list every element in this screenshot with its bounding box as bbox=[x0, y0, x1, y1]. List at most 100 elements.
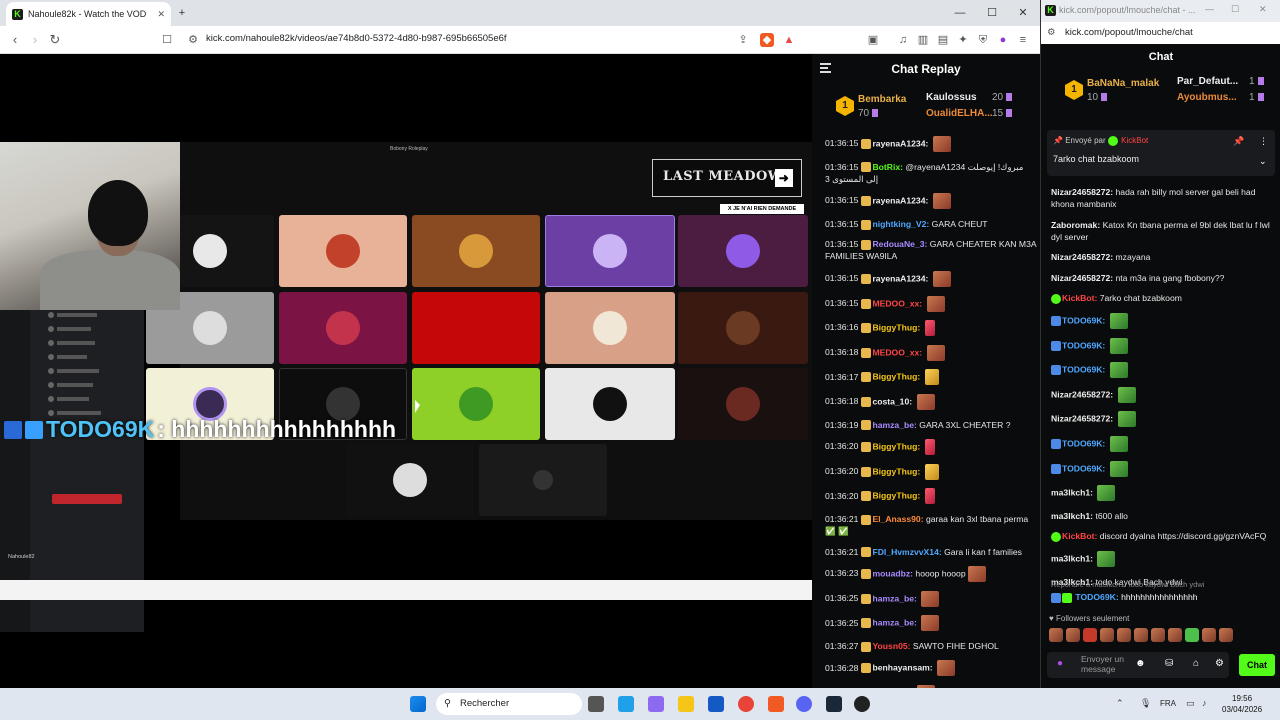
username[interactable]: MEDOO_xx: bbox=[872, 298, 922, 308]
username[interactable]: KickBot: bbox=[1062, 531, 1097, 541]
url-input[interactable]: kick.com/nahoule82k/videos/ae74b8d0-5372… bbox=[206, 33, 507, 44]
ai-icon[interactable]: ✦ bbox=[956, 33, 970, 47]
username[interactable]: Nizar24658272: bbox=[1051, 252, 1113, 262]
brave-shield-icon[interactable]: ◆ bbox=[760, 33, 774, 47]
microphone-icon[interactable]: 🎙 bbox=[1140, 698, 1151, 709]
username[interactable]: RedouaNe_3: bbox=[872, 239, 927, 249]
username[interactable]: Yousn05: bbox=[872, 641, 910, 651]
username[interactable]: BiggyThug: bbox=[872, 466, 920, 476]
username[interactable]: MEDOO_xx: bbox=[872, 347, 922, 357]
profile-icon[interactable]: ● bbox=[996, 33, 1010, 47]
rewards-icon[interactable]: ▲ bbox=[782, 33, 796, 47]
volume-icon[interactable]: ♪ bbox=[1202, 698, 1207, 708]
username[interactable]: benhayansam: bbox=[872, 663, 932, 673]
store-icon[interactable]: ⌂ bbox=[1193, 658, 1199, 669]
close-button[interactable]: ✕ bbox=[1013, 4, 1033, 22]
username[interactable]: TODO69K: bbox=[1062, 364, 1105, 374]
maximize-button[interactable]: ☐ bbox=[982, 4, 1002, 22]
username[interactable]: Zaboromak: bbox=[1051, 220, 1100, 230]
username[interactable]: ma3lkch1: bbox=[1051, 511, 1093, 521]
username[interactable]: hamza_be: bbox=[872, 420, 916, 430]
username[interactable]: ma3lkch1: bbox=[1051, 487, 1093, 497]
file-explorer-icon[interactable] bbox=[678, 696, 694, 712]
taskbar-search[interactable]: ⚲ Rechercher bbox=[436, 693, 582, 715]
leader-name[interactable]: Par_Defaut... bbox=[1177, 76, 1238, 87]
maximize-button[interactable]: ☐ bbox=[1231, 4, 1239, 15]
back-icon[interactable]: ‹ bbox=[6, 31, 24, 49]
menu-icon[interactable]: ≡ bbox=[1016, 33, 1030, 47]
leader-name[interactable]: Kaulossus bbox=[926, 92, 977, 103]
username[interactable]: El_Anass90: bbox=[872, 514, 923, 524]
mic-icon[interactable]: ● bbox=[1057, 658, 1063, 669]
emoji-icon[interactable]: ☻ bbox=[1135, 658, 1146, 669]
site-info-icon[interactable]: ⚙ bbox=[186, 33, 200, 47]
send-chat-button[interactable]: Chat bbox=[1239, 654, 1275, 676]
copilot-icon[interactable] bbox=[648, 696, 664, 712]
wallet-icon[interactable]: ▤ bbox=[936, 33, 950, 47]
vpn-icon[interactable]: ⛨ bbox=[976, 33, 990, 47]
leader-name[interactable]: BaNaNa_malak bbox=[1087, 78, 1159, 89]
username[interactable]: Nizar24658272: bbox=[1051, 414, 1113, 424]
username[interactable]: KickBot: bbox=[1062, 293, 1097, 303]
chrome-icon[interactable] bbox=[738, 696, 754, 712]
username[interactable]: rayenaA1234: bbox=[872, 195, 928, 205]
minimize-button[interactable]: — bbox=[950, 4, 970, 22]
leader-name[interactable]: Ayoubmus... bbox=[1177, 92, 1237, 103]
username[interactable]: nightking_V2: bbox=[872, 219, 929, 229]
chat-input[interactable]: ● Envoyer un message ☻ ⛁ ⌂ ⚙ bbox=[1047, 652, 1229, 678]
username[interactable]: FDI_HvmzvvX14: bbox=[872, 547, 941, 557]
username[interactable]: BiggyThug: bbox=[872, 491, 920, 501]
username[interactable]: BiggyThug: bbox=[872, 372, 920, 382]
username[interactable]: hamza_be: bbox=[872, 593, 916, 603]
pin-icon[interactable]: 📌 bbox=[1233, 136, 1244, 147]
video-player[interactable]: Bobony Roleplay LAST MEADOW ➜ X JE N'AI … bbox=[0, 54, 812, 688]
reload-icon[interactable]: ↻ bbox=[46, 31, 64, 49]
steam-icon[interactable] bbox=[826, 696, 842, 712]
username[interactable]: hamza_be: bbox=[872, 618, 916, 628]
gift-icon[interactable]: ⛁ bbox=[1165, 658, 1173, 669]
new-tab-button[interactable]: + bbox=[172, 4, 192, 22]
username[interactable]: ma3lkch1: bbox=[1051, 553, 1093, 563]
close-button[interactable]: ✕ bbox=[1259, 4, 1267, 15]
tab-close-icon[interactable]: ✕ bbox=[157, 9, 165, 20]
store-icon[interactable] bbox=[708, 696, 724, 712]
leader-name[interactable]: Bembarka bbox=[858, 94, 906, 105]
username[interactable]: BiggyThug: bbox=[872, 322, 920, 332]
media-icon[interactable]: ♫ bbox=[896, 33, 910, 47]
tab-active[interactable]: K Nahoule82k - Watch the VOD ✕ bbox=[6, 2, 171, 26]
username[interactable]: BiggyThug: bbox=[872, 441, 920, 451]
network-icon[interactable]: ▭ bbox=[1186, 698, 1195, 709]
username[interactable]: Nizar24658272: bbox=[1051, 187, 1113, 197]
username[interactable]: rayenaA1234: bbox=[872, 273, 928, 283]
brave-icon[interactable] bbox=[768, 696, 784, 712]
language-indicator[interactable]: FRA bbox=[1160, 699, 1176, 708]
more-icon[interactable]: ⋮ bbox=[1259, 136, 1268, 147]
username[interactable]: Nizar24658272: bbox=[1051, 273, 1113, 283]
tray-chevron-icon[interactable]: ⌃ bbox=[1116, 698, 1124, 709]
task-view-icon[interactable] bbox=[588, 696, 604, 712]
emote-bar[interactable] bbox=[1049, 628, 1277, 646]
reader-icon[interactable]: ▥ bbox=[916, 33, 930, 47]
minimize-button[interactable]: — bbox=[1205, 4, 1214, 14]
bookmark-icon[interactable]: ☐ bbox=[160, 33, 174, 47]
popout-url[interactable]: kick.com/popout/lmouche/chat bbox=[1065, 27, 1193, 38]
username[interactable]: TODO69K: bbox=[1062, 463, 1105, 473]
pinned-message[interactable]: 📌 Envoyé par KickBot 7arko chat bzabkoom… bbox=[1047, 130, 1275, 176]
sidebar-icon[interactable]: ▣ bbox=[866, 33, 880, 47]
leader-name[interactable]: OualidELHA... bbox=[926, 108, 993, 119]
username[interactable]: TODO69K: bbox=[1062, 340, 1105, 350]
discord-icon[interactable] bbox=[796, 696, 812, 712]
taskbar-clock[interactable]: 19:56 03/04/2026 bbox=[1222, 693, 1262, 715]
share-icon[interactable]: ⇪ bbox=[736, 33, 750, 47]
forward-icon[interactable]: › bbox=[26, 31, 44, 49]
username[interactable]: BotRix: bbox=[872, 162, 903, 172]
username[interactable]: Nizar24658272: bbox=[1051, 389, 1113, 399]
username[interactable]: rayenaA1234: bbox=[872, 138, 928, 148]
edge-icon[interactable] bbox=[618, 696, 634, 712]
username[interactable]: mouadbz: bbox=[872, 568, 913, 578]
username[interactable]: TODO69K: bbox=[1062, 315, 1105, 325]
username[interactable]: TODO69K: bbox=[1062, 438, 1105, 448]
windows-start-icon[interactable] bbox=[410, 696, 426, 712]
app-icon[interactable] bbox=[854, 696, 870, 712]
chevron-down-icon[interactable]: ⌄ bbox=[1259, 156, 1267, 167]
